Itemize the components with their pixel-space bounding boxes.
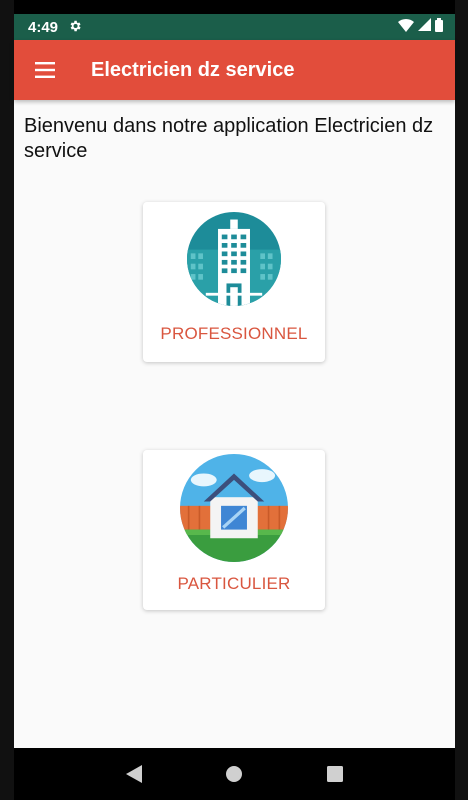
gear-icon xyxy=(68,19,82,36)
device-frame-left xyxy=(0,0,14,800)
home-button[interactable] xyxy=(219,759,249,789)
app-title: Electricien dz service xyxy=(91,58,295,81)
office-building-icon xyxy=(187,212,281,306)
battery-icon xyxy=(435,17,443,37)
device-frame-right xyxy=(455,0,468,800)
particulier-card[interactable]: PARTICULIER xyxy=(143,450,325,610)
house-icon xyxy=(180,454,288,562)
hamburger-menu-icon xyxy=(35,62,55,78)
status-bar: 4:49 xyxy=(14,14,455,40)
professionnel-card[interactable]: PROFESSIONNEL xyxy=(143,202,325,362)
recents-button[interactable] xyxy=(320,759,350,789)
home-circle-icon xyxy=(226,766,243,782)
navigation-bar xyxy=(14,748,455,800)
professionnel-label: PROFESSIONNEL xyxy=(160,324,308,343)
app-bar: Electricien dz service xyxy=(14,40,455,100)
status-time: 4:49 xyxy=(28,18,59,36)
welcome-text: Bienvenu dans notre application Electric… xyxy=(24,115,434,162)
menu-button[interactable] xyxy=(14,40,76,100)
back-button[interactable] xyxy=(119,759,149,789)
signal-icon xyxy=(418,18,431,36)
particulier-label: PARTICULIER xyxy=(177,574,291,593)
back-triangle-icon xyxy=(126,765,143,783)
recents-square-icon xyxy=(326,766,343,782)
wifi-icon xyxy=(398,18,414,37)
main-content: Bienvenu dans notre application Electric… xyxy=(14,100,455,748)
